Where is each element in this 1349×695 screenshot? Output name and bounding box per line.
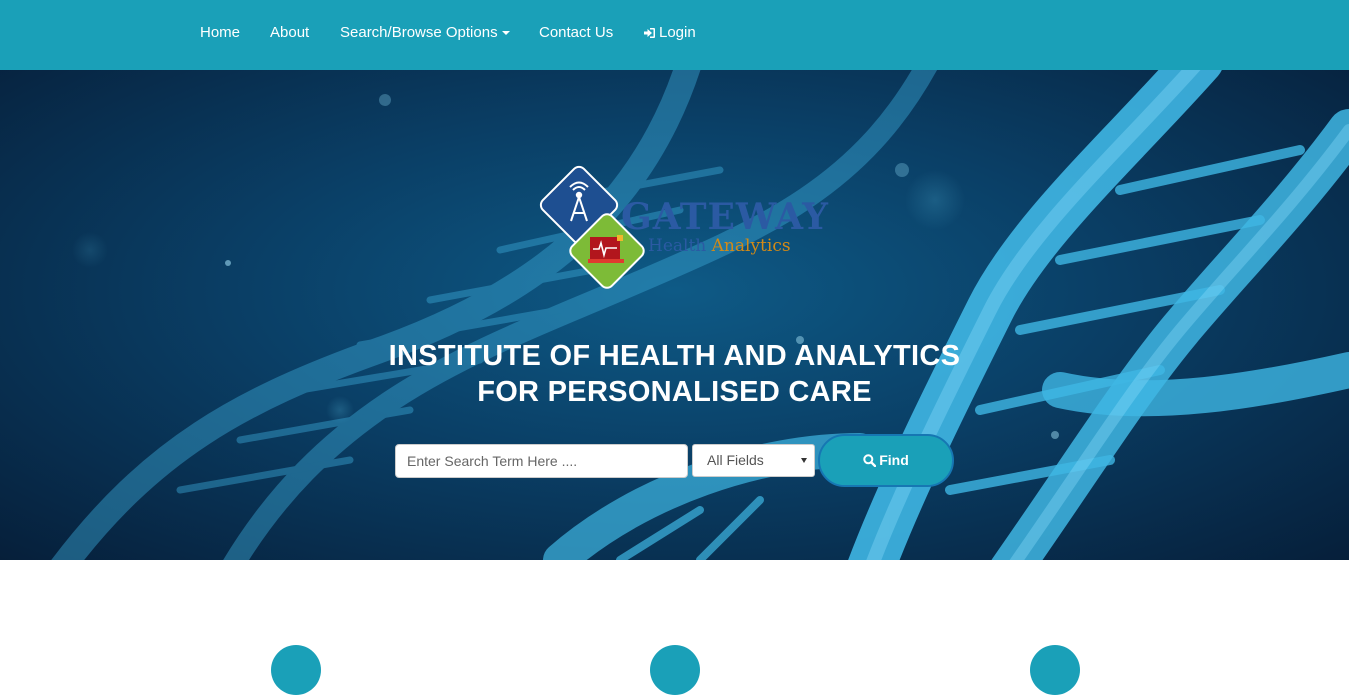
logo-subtitle-analytics: Analytics [711,236,791,256]
login-icon [644,28,655,39]
hero-title-line2: FOR PERSONALISED CARE [477,376,872,408]
nav-about[interactable]: About [270,0,309,70]
hero-title-line1: INSTITUTE OF HEALTH AND ANALYTICS [388,340,961,372]
hero-title: INSTITUTE OF HEALTH AND ANALYTICS FOR PE… [0,338,1349,410]
nav-home[interactable]: Home [200,0,240,70]
nav-contact[interactable]: Contact Us [539,0,613,70]
select-arrow-icon [801,458,807,463]
feature-icon-circle [650,645,700,695]
field-select-value: All Fields [707,452,764,468]
logo-subtitle-health: Health [648,236,707,256]
feature-icon-circle [1030,645,1080,695]
find-button-label: Find [879,452,909,468]
ecg-icon [588,235,624,263]
caret-down-icon [501,31,510,36]
nav-login[interactable]: Login [643,0,696,70]
find-button[interactable]: Find [818,434,954,487]
hero-banner: GATEWAY Health Analytics INSTITUTE OF HE… [0,70,1349,560]
nav-login-label: Login [659,24,696,41]
nav-search-browse-dropdown[interactable]: Search/Browse Options [340,0,510,70]
logo-subtitle: Health Analytics [648,236,791,256]
feature-icon-circle [271,645,321,695]
search-icon [863,454,877,468]
field-select[interactable]: All Fields [692,444,815,477]
nav-search-browse-label: Search/Browse Options [340,24,498,41]
search-input[interactable] [395,444,688,478]
dna-background-image [51,70,1349,560]
logo-wordmark: GATEWAY [621,196,829,238]
navbar: Home About Search/Browse Options Contact… [0,0,1349,70]
